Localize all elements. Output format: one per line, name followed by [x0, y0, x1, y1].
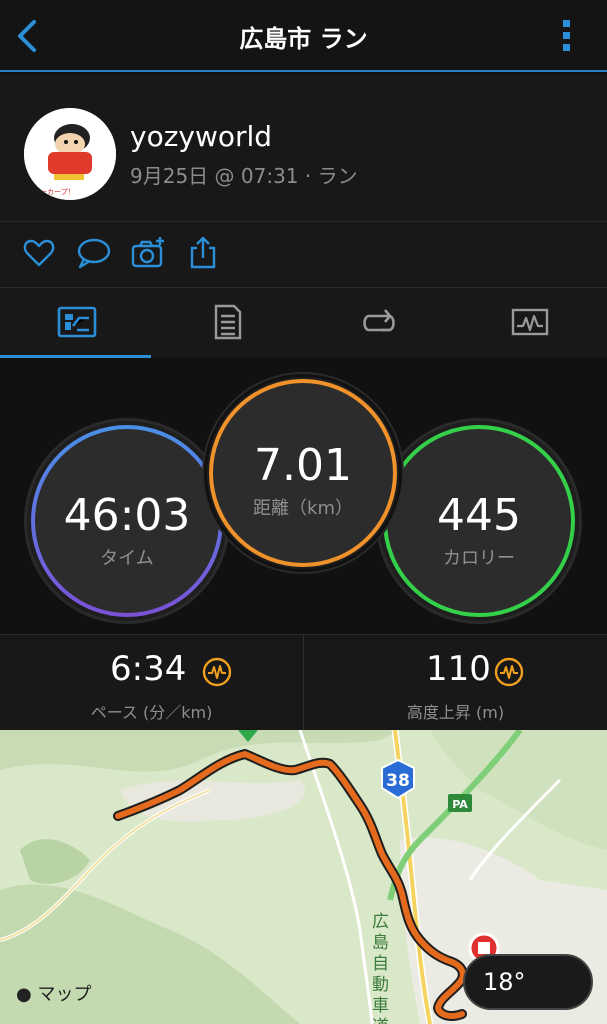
- page-title: 広島市 ラン: [239, 25, 368, 53]
- comment-button[interactable]: [76, 236, 112, 272]
- elevation-value: 110: [426, 649, 491, 689]
- share-icon: [190, 236, 216, 269]
- insight-icon: [202, 657, 232, 687]
- action-bar: [0, 222, 607, 288]
- calories-ring: 445 カロリー: [376, 418, 582, 624]
- laps-icon: [363, 309, 395, 332]
- username[interactable]: yozyworld: [130, 120, 272, 153]
- insight-icon: [494, 657, 524, 687]
- map-attribution-text: マップ: [37, 984, 92, 1005]
- tab-details[interactable]: [151, 288, 302, 358]
- map-attribution: ● マップ: [16, 980, 91, 1006]
- nav-bar: 広島市 ラン: [0, 0, 607, 72]
- share-button[interactable]: [186, 236, 222, 272]
- time-label: タイム: [100, 548, 154, 569]
- summary-panel: 46:03 タイム 445 カロリー 7.01 距離（km）: [0, 358, 607, 634]
- route-map[interactable]: 38 PA 広島自動車道 ● マップ 18°: [0, 730, 607, 1024]
- temperature-value: 18°: [483, 968, 526, 996]
- route-badge-label: 38: [386, 771, 410, 791]
- stats-row: 6:34 ペース (分／km) 110 高度上昇 (m): [0, 634, 607, 731]
- camera-add-icon: [131, 237, 164, 268]
- calories-label: カロリー: [443, 548, 515, 569]
- more-vertical-icon: [563, 20, 570, 51]
- tab-laps[interactable]: [302, 288, 453, 358]
- add-photo-button[interactable]: [130, 236, 166, 272]
- tab-bar: [0, 288, 607, 358]
- more-button[interactable]: [561, 18, 573, 54]
- document-icon: [214, 304, 242, 340]
- elevation-label: 高度上昇 (m): [406, 703, 505, 722]
- time-ring: 46:03 タイム: [24, 418, 230, 624]
- pa-label: PA: [452, 798, 468, 811]
- distance-label: 距離（km）: [253, 498, 353, 519]
- elevation-stat[interactable]: 110 高度上昇 (m): [304, 635, 607, 731]
- temperature-badge: 18°: [463, 954, 593, 1010]
- heart-icon: [23, 239, 55, 267]
- distance-ring: 7.01 距離（km）: [202, 372, 404, 574]
- chart-icon: [511, 308, 549, 336]
- activity-header: ーカープ！ yozyworld 9月25日 @ 07:31 · ラン: [0, 74, 607, 222]
- pace-stat[interactable]: 6:34 ペース (分／km): [0, 635, 303, 731]
- avatar-caption: ーカープ！: [40, 188, 75, 196]
- apple-logo-icon: ●: [16, 984, 32, 1005]
- pace-value: 6:34: [110, 649, 187, 689]
- overview-icon: [57, 306, 97, 338]
- avatar[interactable]: ーカープ！: [24, 108, 116, 200]
- road-label: 広島自動車道: [372, 912, 389, 1024]
- like-button[interactable]: [22, 236, 58, 272]
- tab-overview[interactable]: [0, 288, 151, 358]
- time-value: 46:03: [63, 490, 191, 541]
- pace-label: ペース (分／km): [90, 703, 213, 722]
- calories-value: 445: [437, 490, 521, 541]
- distance-value: 7.01: [254, 440, 352, 491]
- tab-charts[interactable]: [453, 288, 604, 358]
- avatar-image: ーカープ！: [24, 108, 116, 200]
- activity-date: 9月25日 @ 07:31 · ラン: [130, 164, 358, 188]
- comment-icon: [77, 238, 111, 269]
